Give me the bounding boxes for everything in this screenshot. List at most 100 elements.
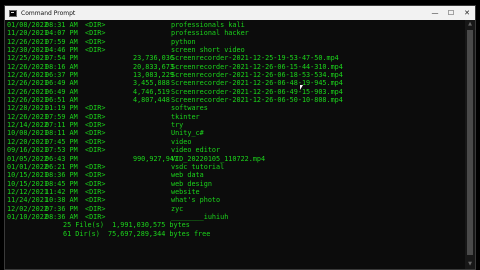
- entry-time: 08:31 AM: [45, 21, 78, 29]
- vertical-scrollbar[interactable]: ▲ ▼: [465, 20, 475, 269]
- listing-row: 10/15/202108:36 PM <DIR> web data: [7, 171, 465, 179]
- entry-name: try: [171, 121, 184, 130]
- listing-row: 12/14/202207:11 PM <DIR> try: [7, 121, 465, 129]
- entry-name: python: [171, 37, 196, 46]
- entry-name: video editor: [171, 146, 221, 155]
- entry-time: 06:49 AM: [45, 79, 78, 88]
- entry-name: professional hacker: [171, 29, 249, 38]
- entry-time: 07:36 PM: [45, 204, 78, 213]
- entry-size: 20,833,673: [133, 62, 174, 71]
- entry-time: 06:49 AM: [45, 87, 78, 96]
- entry-time: 07:45 PM: [45, 137, 78, 146]
- entry-name: web data: [171, 171, 204, 180]
- minimize-button[interactable]: —: [427, 6, 443, 20]
- entry-name: Screenrecorder-2021-12-25-19-53-47-50.mp…: [171, 54, 339, 63]
- entry-name: softwares: [171, 104, 208, 113]
- entry-time: 07:53 PM: [45, 146, 78, 155]
- close-button[interactable]: ✕: [459, 6, 475, 20]
- listing-row: 12/30/202104:46 PM <DIR> screen short vide…: [7, 46, 465, 54]
- entry-date: 12/02/2022: [7, 204, 48, 213]
- entry-name: what's photo: [171, 196, 221, 205]
- listing-row: 12/02/202207:36 PM <DIR> zyc: [7, 205, 465, 213]
- entry-date: 01/05/2022: [7, 154, 48, 163]
- console-output[interactable]: 01/08/202208:31 AM <DIR> professionals kal…: [5, 20, 465, 269]
- entry-time: 08:36 AM: [45, 212, 78, 221]
- entry-type: <DIR>: [85, 171, 106, 180]
- files-summary: 25 File(s) 1,991,030,575 bytes: [63, 221, 190, 230]
- listing-row: 01/05/202206:43 PM 990,927,947VID_2022010…: [7, 155, 465, 163]
- entry-time: 06:21 PM: [45, 162, 78, 171]
- entry-type: <DIR>: [85, 29, 106, 38]
- entry-time: 04:07 PM: [45, 29, 78, 38]
- entry-name: website: [171, 187, 200, 196]
- entry-name: VID_20220105_110722.mp4: [171, 154, 266, 163]
- entry-date: 12/14/2022: [7, 121, 48, 130]
- entry-size: 4,746,519: [133, 87, 170, 96]
- listing-row: 12/28/202101:19 PM <DIR> softwares: [7, 104, 465, 112]
- entry-name: Unity_c#: [171, 129, 204, 138]
- entry-time: 07:59 AM: [45, 112, 78, 121]
- listing-row: 12/26/202106:51 AM 4,807,448Screenrecorde…: [7, 96, 465, 104]
- entry-name: Screenrecorder-2021-12-26-06-49-15-903.m…: [171, 87, 343, 96]
- listing-row: 12/26/202107:59 AM <DIR> tkinter: [7, 113, 465, 121]
- entry-time: 07:11 PM: [45, 121, 78, 130]
- entry-date: 01/08/2022: [7, 21, 48, 29]
- entry-time: 06:37 PM: [45, 71, 78, 80]
- entry-type: <DIR>: [85, 212, 106, 221]
- entry-type: <DIR>: [85, 112, 106, 121]
- command-prompt-window: Command Prompt — ☐ ✕ 01/08/202208:31 AM <…: [4, 5, 476, 270]
- window-controls: — ☐ ✕: [427, 6, 475, 20]
- entry-time: 08:45 PM: [45, 179, 78, 188]
- scroll-up-arrow-icon[interactable]: ▲: [465, 20, 475, 29]
- entry-time: 01:19 PM: [45, 104, 78, 113]
- entry-size: 990,927,947: [133, 154, 179, 163]
- entry-type: <DIR>: [85, 121, 106, 130]
- entry-name: tkinter: [171, 112, 200, 121]
- entry-date: 12/26/2021: [7, 87, 48, 96]
- entry-date: 10/15/2021: [7, 171, 48, 180]
- entry-time: 06:43 PM: [45, 154, 78, 163]
- entry-name: web design: [171, 179, 212, 188]
- entry-date: 01/01/2022: [7, 162, 48, 171]
- entry-name: zyc: [171, 204, 184, 213]
- entry-date: 01/10/2022: [7, 212, 48, 221]
- listing-row: 12/26/202108:16 AM 20,833,673Screenrecord…: [7, 63, 465, 71]
- entry-time: 07:54 PM: [45, 54, 78, 63]
- listing-row: 11/24/202110:38 AM <DIR> what's photo: [7, 196, 465, 204]
- maximize-button[interactable]: ☐: [443, 6, 459, 20]
- scroll-down-arrow-icon[interactable]: ▼: [465, 260, 475, 269]
- entry-name: Screenrecorder-2021-12-26-06-15-44-310.m…: [171, 62, 343, 71]
- listing-row: 10/08/202108:11 AM <DIR> Unity_c#: [7, 129, 465, 137]
- entry-type: <DIR>: [85, 204, 106, 213]
- listing-row: 12/26/202106:49 AM 4,746,519Screenrecorde…: [7, 88, 465, 96]
- entry-size: 4,807,448: [133, 96, 170, 105]
- title-bar[interactable]: Command Prompt — ☐ ✕: [5, 6, 475, 20]
- listing-row: 09/16/202107:53 PM <DIR> video editor: [7, 146, 465, 154]
- entry-date: 09/16/2021: [7, 146, 48, 155]
- entry-date: 12/25/2021: [7, 54, 48, 63]
- listing-row: 12/20/202107:45 PM <DIR> video: [7, 138, 465, 146]
- entry-date: 12/26/2021: [7, 96, 48, 105]
- entry-name: screen short video: [171, 46, 245, 55]
- entry-name: professionals kali: [171, 21, 245, 29]
- scroll-thumb[interactable]: [467, 30, 473, 255]
- entry-date: 10/08/2021: [7, 129, 48, 138]
- entry-date: 12/30/2021: [7, 46, 48, 55]
- entry-type: <DIR>: [85, 162, 106, 171]
- entry-name: vsdc tutorial: [171, 162, 225, 171]
- entry-type: <DIR>: [85, 129, 106, 138]
- entry-time: 07:59 AM: [45, 37, 78, 46]
- entry-name: video: [171, 137, 192, 146]
- entry-type: <DIR>: [85, 37, 106, 46]
- entry-type: <DIR>: [85, 196, 106, 205]
- entry-type: <DIR>: [85, 187, 106, 196]
- entry-name: ________iuhiuh: [171, 212, 229, 221]
- entry-time: 08:36 PM: [45, 171, 78, 180]
- entry-type: <DIR>: [85, 104, 106, 113]
- entry-time: 10:38 AM: [45, 196, 78, 205]
- listing-row: 12/25/202107:54 PM 23,736,036Screenrecord…: [7, 54, 465, 62]
- entry-size: 3,455,888: [133, 79, 170, 88]
- dirs-summary: 61 Dir(s) 75,697,289,344 bytes free: [63, 229, 211, 238]
- entry-type: <DIR>: [85, 179, 106, 188]
- listing-row: 12/12/202111:42 PM <DIR> website: [7, 188, 465, 196]
